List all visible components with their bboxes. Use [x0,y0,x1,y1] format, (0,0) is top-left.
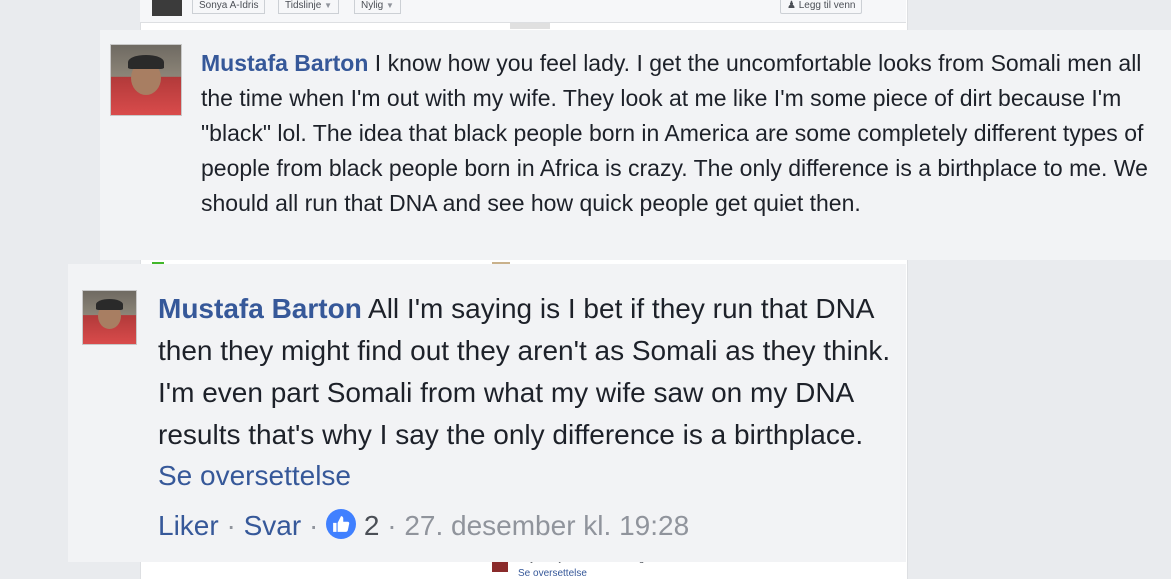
chevron-down-icon: ▼ [386,1,394,10]
background-profile-avatar [152,0,182,16]
avatar[interactable] [82,290,137,345]
add-friend-button[interactable]: ♟ Legg til venn [780,0,863,14]
separator: · [226,510,236,541]
avatar-cap [128,55,164,69]
avatar[interactable] [110,44,182,116]
recent-tab-label: Nylig [361,0,384,11]
comment-author[interactable]: Mustafa Barton [158,293,362,324]
background-divider [510,23,550,29]
separator: · [308,510,319,541]
comment-body: Mustafa Barton I know how you feel lady.… [201,46,1161,221]
comment-card: Mustafa Barton I know how you feel lady.… [100,30,1171,260]
separator: · [387,510,397,541]
background-profile-name: Sonya A-Idris [199,0,259,11]
avatar-cap [96,299,123,310]
comment-body: Mustafa Barton All I'm saying is I bet i… [158,288,898,456]
translate-link[interactable]: Se oversettelse [158,456,351,496]
reply-link[interactable]: Svar [244,510,302,541]
comment-timestamp[interactable]: 27. desember kl. 19:28 [404,510,689,541]
thumbs-up-icon[interactable] [326,509,357,539]
background-timeline-tab[interactable]: Tidslinje ▼ [278,0,340,14]
like-link[interactable]: Liker [158,510,219,541]
reaction-count[interactable]: 2 [364,510,380,541]
background-translate-link[interactable]: Se oversettelse [518,568,587,579]
comment-actions: Liker · Svar · 2 · 27. desember kl. 19:2… [158,506,689,546]
comment-card: Mustafa Barton All I'm saying is I bet i… [68,264,906,562]
background-profile-name-button[interactable]: Sonya A-Idris [192,0,266,14]
add-friend-icon: ♟ [787,0,796,11]
comment-author[interactable]: Mustafa Barton [201,50,368,76]
timeline-tab-label: Tidslinje [285,0,322,11]
chevron-down-icon: ▼ [324,1,333,10]
background-recent-tab[interactable]: Nylig ▼ [354,0,401,14]
add-friend-label: Legg til venn [798,0,856,11]
